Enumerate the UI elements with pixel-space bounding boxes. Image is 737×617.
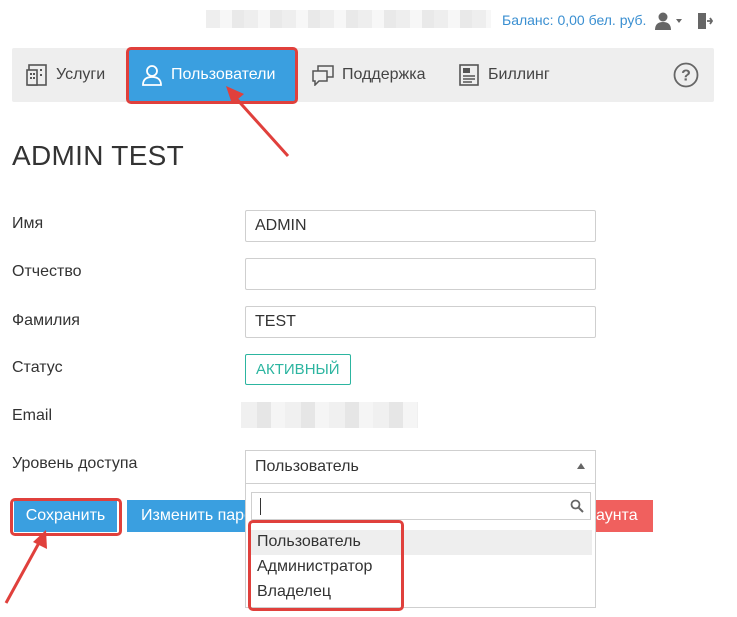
main-nav: Услуги Пользователи Поддержка Биллинг ? bbox=[12, 48, 714, 102]
patronymic-input[interactable] bbox=[245, 258, 596, 290]
svg-text:?: ? bbox=[681, 68, 691, 85]
arrow-to-save-button bbox=[4, 540, 42, 604]
user-menu-icon[interactable] bbox=[654, 11, 684, 31]
dropdown-search-input[interactable] bbox=[251, 492, 591, 520]
arrow-to-users-tab bbox=[232, 94, 290, 158]
text-cursor bbox=[260, 498, 261, 515]
change-password-button[interactable]: Изменить пароль bbox=[127, 500, 245, 532]
patronymic-label: Отчество bbox=[12, 263, 82, 280]
access-level-selected: Пользователь bbox=[255, 458, 359, 475]
status-badge: АКТИВНЫЙ bbox=[245, 354, 351, 385]
email-label: Email bbox=[12, 407, 53, 424]
tab-support[interactable]: Поддержка bbox=[312, 48, 425, 102]
highlight-box-users-tab bbox=[126, 47, 298, 104]
tab-billing[interactable]: Биллинг bbox=[458, 48, 550, 102]
highlight-box-options bbox=[248, 520, 404, 611]
first-name-label: Имя bbox=[12, 215, 44, 232]
first-name-input[interactable] bbox=[245, 210, 596, 242]
logout-icon[interactable] bbox=[697, 11, 714, 31]
caret-up-icon bbox=[577, 463, 585, 469]
search-icon bbox=[570, 499, 584, 518]
access-level-select[interactable]: Пользователь bbox=[245, 450, 596, 483]
tab-billing-label: Биллинг bbox=[488, 66, 550, 83]
access-level-label: Уровень доступа bbox=[12, 455, 138, 472]
page-title: ADMIN TEST bbox=[12, 140, 185, 171]
blurred-account-name bbox=[206, 10, 491, 28]
status-label: Статус bbox=[12, 359, 63, 376]
last-name-input[interactable] bbox=[245, 306, 596, 338]
delete-account-label: аунта bbox=[596, 507, 638, 524]
delete-account-button[interactable]: аунта bbox=[596, 500, 653, 532]
chat-icon bbox=[312, 65, 334, 86]
blurred-email-value bbox=[241, 402, 418, 428]
balance-link[interactable]: Баланс: 0,00 бел. руб. bbox=[502, 12, 646, 28]
tab-services-label: Услуги bbox=[56, 66, 106, 83]
billing-icon bbox=[459, 64, 479, 86]
tab-support-label: Поддержка bbox=[342, 66, 426, 83]
top-bar: Баланс: 0,00 бел. руб. bbox=[0, 8, 737, 34]
help-icon[interactable]: ? bbox=[673, 62, 699, 88]
highlight-box-save bbox=[10, 498, 122, 536]
last-name-label: Фамилия bbox=[12, 312, 80, 329]
services-icon bbox=[26, 64, 47, 86]
tab-services[interactable]: Услуги bbox=[26, 48, 105, 102]
